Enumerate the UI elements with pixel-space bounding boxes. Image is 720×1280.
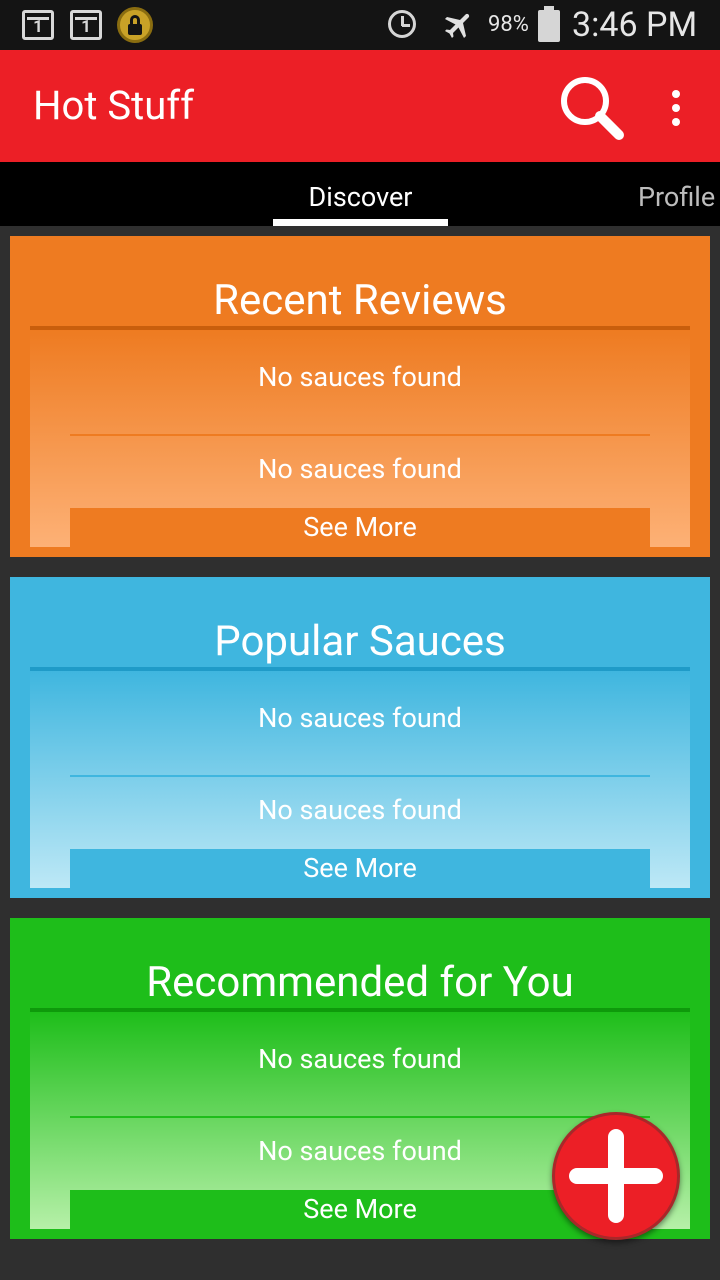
card-list: No sauces found No sauces found See More	[30, 330, 690, 547]
tab-discover[interactable]: Discover	[273, 180, 448, 214]
tab-bar: Discover Profile	[0, 162, 720, 226]
search-icon	[561, 77, 624, 140]
app-title: Hot Stuff	[33, 82, 195, 129]
overflow-menu-button[interactable]	[660, 84, 692, 132]
battery-percent: 98%	[488, 12, 529, 37]
card-title: Recommended for You	[146, 958, 574, 1007]
status-time: 3:46 PM	[572, 5, 698, 45]
sim-card-icon: 1	[22, 10, 54, 40]
list-item[interactable]: No sauces found	[30, 360, 690, 394]
tab-profile[interactable]: Profile	[638, 180, 715, 214]
card-list: No sauces found No sauces found See More	[30, 671, 690, 888]
divider	[70, 775, 650, 777]
airplane-mode-icon	[444, 13, 470, 39]
see-more-button[interactable]: See More	[70, 849, 650, 888]
list-item[interactable]: No sauces found	[30, 793, 690, 827]
tab-indicator	[273, 219, 448, 226]
battery-icon	[538, 6, 560, 42]
divider	[70, 1116, 650, 1118]
see-more-button[interactable]: See More	[70, 508, 650, 547]
sim-1-label: 1	[33, 17, 43, 37]
add-sauce-button[interactable]	[552, 1112, 680, 1240]
sim-2-label: 1	[81, 17, 91, 37]
card-title: Recent Reviews	[213, 276, 507, 325]
list-item[interactable]: No sauces found	[30, 1042, 690, 1076]
search-button[interactable]	[556, 72, 628, 144]
alarm-icon	[388, 10, 416, 38]
card-title: Popular Sauces	[214, 617, 506, 666]
action-bar: Hot Stuff	[0, 50, 720, 162]
sim-card-icon: 1	[70, 10, 102, 40]
list-item[interactable]: No sauces found	[30, 452, 690, 486]
list-item[interactable]: No sauces found	[30, 701, 690, 735]
popular-sauces-card: Popular Sauces No sauces found No sauces…	[10, 577, 710, 898]
recent-reviews-card: Recent Reviews No sauces found No sauces…	[10, 236, 710, 557]
lock-icon	[117, 7, 153, 43]
status-bar: 1 1 98% 3:46 PM	[0, 0, 720, 50]
divider	[70, 434, 650, 436]
